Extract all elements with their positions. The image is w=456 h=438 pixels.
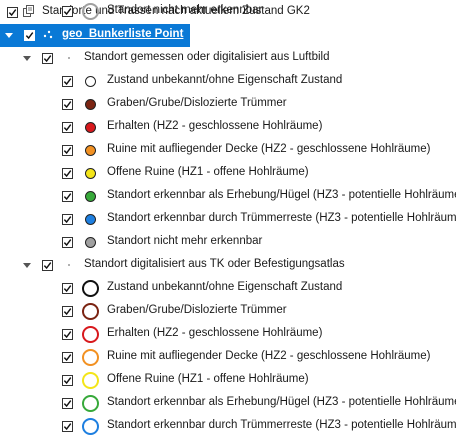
legend-item-label: Graben/Grube/Dislozierte Trümmer <box>107 304 287 316</box>
dot-icon <box>68 264 70 266</box>
ring-symbol-icon <box>82 395 99 412</box>
tree-row-legend-item[interactable]: Erhalten (HZ2 - geschlossene Hohlräume) <box>0 116 456 139</box>
visibility-checkbox[interactable] <box>62 306 73 317</box>
tree-row-legend-item[interactable]: Standort erkennbar als Erhebung/Hügel (H… <box>0 392 456 415</box>
tree-row-legend-item[interactable]: Graben/Grube/Dislozierte Trümmer <box>0 300 456 323</box>
tree-row-legend-item[interactable]: Offene Ruine (HZ1 - offene Hohlräume) <box>0 369 456 392</box>
filled-circle-symbol-icon <box>85 191 96 202</box>
filled-circle-symbol-icon <box>85 76 96 87</box>
visibility-checkbox[interactable] <box>62 421 73 432</box>
filled-circle-symbol-icon <box>85 168 96 179</box>
legend-item-label: Standort nicht mehr erkennbar <box>107 235 263 247</box>
dot-icon <box>68 57 70 59</box>
layer-name-label: geo_Bunkerliste Point <box>62 28 184 40</box>
visibility-checkbox[interactable] <box>62 168 73 179</box>
legend-item-label: Ruine mit aufliegender Decke (HZ2 - gesc… <box>107 143 431 155</box>
visibility-checkbox[interactable] <box>62 352 73 363</box>
visibility-checkbox[interactable] <box>62 398 73 409</box>
visibility-checkbox[interactable] <box>62 122 73 133</box>
legend-item-label: Standort erkennbar durch Trümmerreste (H… <box>107 419 456 431</box>
filled-circle-symbol-icon <box>85 214 96 225</box>
tree-row-legend-item[interactable]: Standort erkennbar als Erhebung/Hügel (H… <box>0 185 456 208</box>
expand-arrow-icon[interactable] <box>4 30 14 40</box>
tree-row-rule-group-0[interactable]: Standort gemessen oder digitalisiert aus… <box>0 47 456 70</box>
ring-symbol-icon <box>82 280 99 297</box>
visibility-checkbox[interactable] <box>62 99 73 110</box>
tree-row-legend-item[interactable]: Standort erkennbar durch Trümmerreste (H… <box>0 208 456 231</box>
rule-group-label: Standort digitalisiert aus TK oder Befes… <box>84 258 345 270</box>
visibility-checkbox[interactable] <box>62 375 73 386</box>
tree-row-legend-item[interactable]: Offene Ruine (HZ1 - offene Hohlräume) <box>0 162 456 185</box>
ring-symbol-icon <box>82 349 99 366</box>
ring-symbol-icon <box>82 372 99 389</box>
filled-circle-symbol-icon <box>85 122 96 133</box>
legend-item-label: Zustand unbekannt/ohne Eigenschaft Zusta… <box>107 74 343 86</box>
tree-row-legend-item[interactable]: Erhalten (HZ2 - geschlossene Hohlräume) <box>0 323 456 346</box>
tree-row-rule-group-1[interactable]: Standort digitalisiert aus TK oder Befes… <box>0 254 456 277</box>
visibility-checkbox[interactable] <box>62 214 73 225</box>
filled-circle-symbol-icon <box>85 237 96 248</box>
tree-row-legend-item[interactable]: Zustand unbekannt/ohne Eigenschaft Zusta… <box>0 70 456 93</box>
filled-circle-symbol-icon <box>85 145 96 156</box>
legend-item-label: Offene Ruine (HZ1 - offene Hohlräume) <box>107 166 309 178</box>
visibility-checkbox[interactable] <box>62 6 73 17</box>
legend-item-label: Offene Ruine (HZ1 - offene Hohlräume) <box>107 373 309 385</box>
tree-row-legend-item[interactable]: Standort erkennbar durch Trümmerreste (H… <box>0 415 456 438</box>
visibility-checkbox[interactable] <box>42 260 53 271</box>
filled-circle-symbol-icon <box>85 99 96 110</box>
legend-item-label: Zustand unbekannt/ohne Eigenschaft Zusta… <box>107 281 343 293</box>
visibility-checkbox[interactable] <box>62 329 73 340</box>
tree-row-legend-item[interactable]: Ruine mit aufliegender Decke (HZ2 - gesc… <box>0 346 456 369</box>
tree-row-legend-item[interactable]: Graben/Grube/Dislozierte Trümmer <box>0 93 456 116</box>
visibility-checkbox[interactable] <box>62 283 73 294</box>
legend-item-label: Standort erkennbar als Erhebung/Hügel (H… <box>107 189 456 201</box>
visibility-checkbox[interactable] <box>62 145 73 156</box>
tree-row-layer[interactable]: geo_Bunkerliste Point <box>0 24 190 47</box>
visibility-checkbox[interactable] <box>24 30 35 41</box>
point-layer-icon <box>42 28 54 40</box>
legend-item-label: Graben/Grube/Dislozierte Trümmer <box>107 97 287 109</box>
visibility-checkbox[interactable] <box>42 53 53 64</box>
legend-item-label: Standort erkennbar durch Trümmerreste (H… <box>107 212 456 224</box>
rule-group-label: Standort gemessen oder digitalisiert aus… <box>84 51 330 63</box>
tree-row-legend-item[interactable]: Ruine mit aufliegender Decke (HZ2 - gesc… <box>0 139 456 162</box>
expand-arrow-icon[interactable] <box>22 260 32 270</box>
ring-symbol-icon <box>82 303 99 320</box>
visibility-checkbox[interactable] <box>62 237 73 248</box>
tree-row-legend-item[interactable]: Zustand unbekannt/ohne Eigenschaft Zusta… <box>0 277 456 300</box>
ring-symbol-icon <box>82 418 99 435</box>
ring-symbol-icon <box>82 3 99 20</box>
legend-item-label: Ruine mit aufliegender Decke (HZ2 - gesc… <box>107 350 431 362</box>
legend-item-label: Erhalten (HZ2 - geschlossene Hohlräume) <box>107 327 323 339</box>
legend-item-label: Erhalten (HZ2 - geschlossene Hohlräume) <box>107 120 323 132</box>
ring-symbol-icon <box>82 326 99 343</box>
visibility-checkbox[interactable] <box>62 76 73 87</box>
expand-arrow-icon[interactable] <box>22 53 32 63</box>
legend-item-label: Standort nicht mehr erkennbar <box>107 4 263 16</box>
visibility-checkbox[interactable] <box>62 191 73 202</box>
tree-row-legend-item[interactable]: Standort nicht mehr erkennbar <box>0 0 456 23</box>
legend-item-label: Standort erkennbar als Erhebung/Hügel (H… <box>107 396 456 408</box>
tree-row-legend-item[interactable]: Standort nicht mehr erkennbar <box>0 231 456 254</box>
